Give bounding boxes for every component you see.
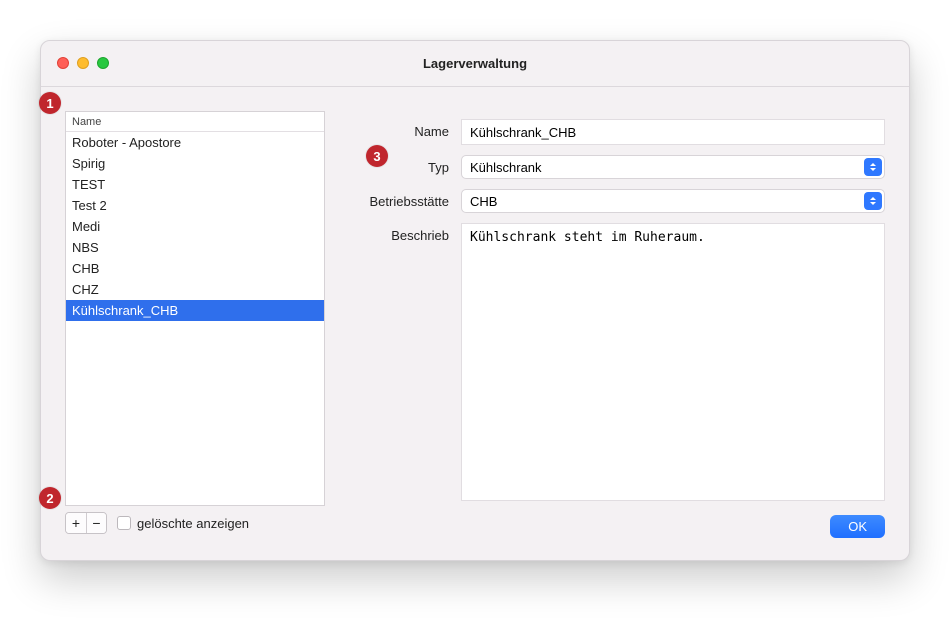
list-item[interactable]: Medi <box>66 216 324 237</box>
label-type: Typ <box>349 155 449 175</box>
close-icon[interactable] <box>57 57 69 69</box>
traffic-lights <box>57 57 109 69</box>
zoom-icon[interactable] <box>97 57 109 69</box>
list-item[interactable]: Roboter - Apostore <box>66 132 324 153</box>
list-item[interactable]: CHZ <box>66 279 324 300</box>
type-select[interactable]: Kühlschrank <box>461 155 885 179</box>
list-footer: + − gelöschte anzeigen <box>65 512 325 534</box>
show-deleted-checkbox[interactable]: gelöschte anzeigen <box>117 516 249 531</box>
list-item[interactable]: Spirig <box>66 153 324 174</box>
marker-1: 1 <box>39 92 61 114</box>
list-item[interactable]: TEST <box>66 174 324 195</box>
marker-2: 2 <box>39 487 61 509</box>
left-column: Name Roboter - ApostoreSpirigTESTTest 2M… <box>65 111 325 538</box>
add-remove-segment: + − <box>65 512 107 534</box>
list-item[interactable]: NBS <box>66 237 324 258</box>
ok-row: OK <box>349 515 885 538</box>
list-item[interactable]: CHB <box>66 258 324 279</box>
list-item[interactable]: Test 2 <box>66 195 324 216</box>
remove-button[interactable]: − <box>86 513 106 533</box>
label-desc: Beschrieb <box>349 223 449 243</box>
list-rows[interactable]: Roboter - ApostoreSpirigTESTTest 2MediNB… <box>66 132 324 505</box>
ok-button[interactable]: OK <box>830 515 885 538</box>
checkbox-box-icon <box>117 516 131 530</box>
show-deleted-label: gelöschte anzeigen <box>137 516 249 531</box>
window-title: Lagerverwaltung <box>423 56 527 71</box>
list-header: Name <box>66 112 324 132</box>
list-item[interactable]: Kühlschrank_CHB <box>66 300 324 321</box>
name-field[interactable] <box>461 119 885 145</box>
right-column: Name Typ Kühlschrank Betriebsstätte CHB <box>349 111 885 538</box>
description-field[interactable] <box>461 223 885 501</box>
details-form: Name Typ Kühlschrank Betriebsstätte CHB <box>349 119 885 501</box>
type-select-wrap: Kühlschrank <box>461 155 885 179</box>
add-button[interactable]: + <box>66 513 86 533</box>
site-select[interactable]: CHB <box>461 189 885 213</box>
site-select-wrap: CHB <box>461 189 885 213</box>
warehouse-list: Name Roboter - ApostoreSpirigTESTTest 2M… <box>65 111 325 506</box>
window-lagerverwaltung: Lagerverwaltung 1 2 3 Name Roboter - Apo… <box>40 40 910 561</box>
titlebar: Lagerverwaltung <box>41 41 909 87</box>
minimize-icon[interactable] <box>77 57 89 69</box>
label-site: Betriebsstätte <box>349 189 449 209</box>
label-name: Name <box>349 119 449 139</box>
window-body: 1 2 3 Name Roboter - ApostoreSpirigTESTT… <box>41 87 909 560</box>
